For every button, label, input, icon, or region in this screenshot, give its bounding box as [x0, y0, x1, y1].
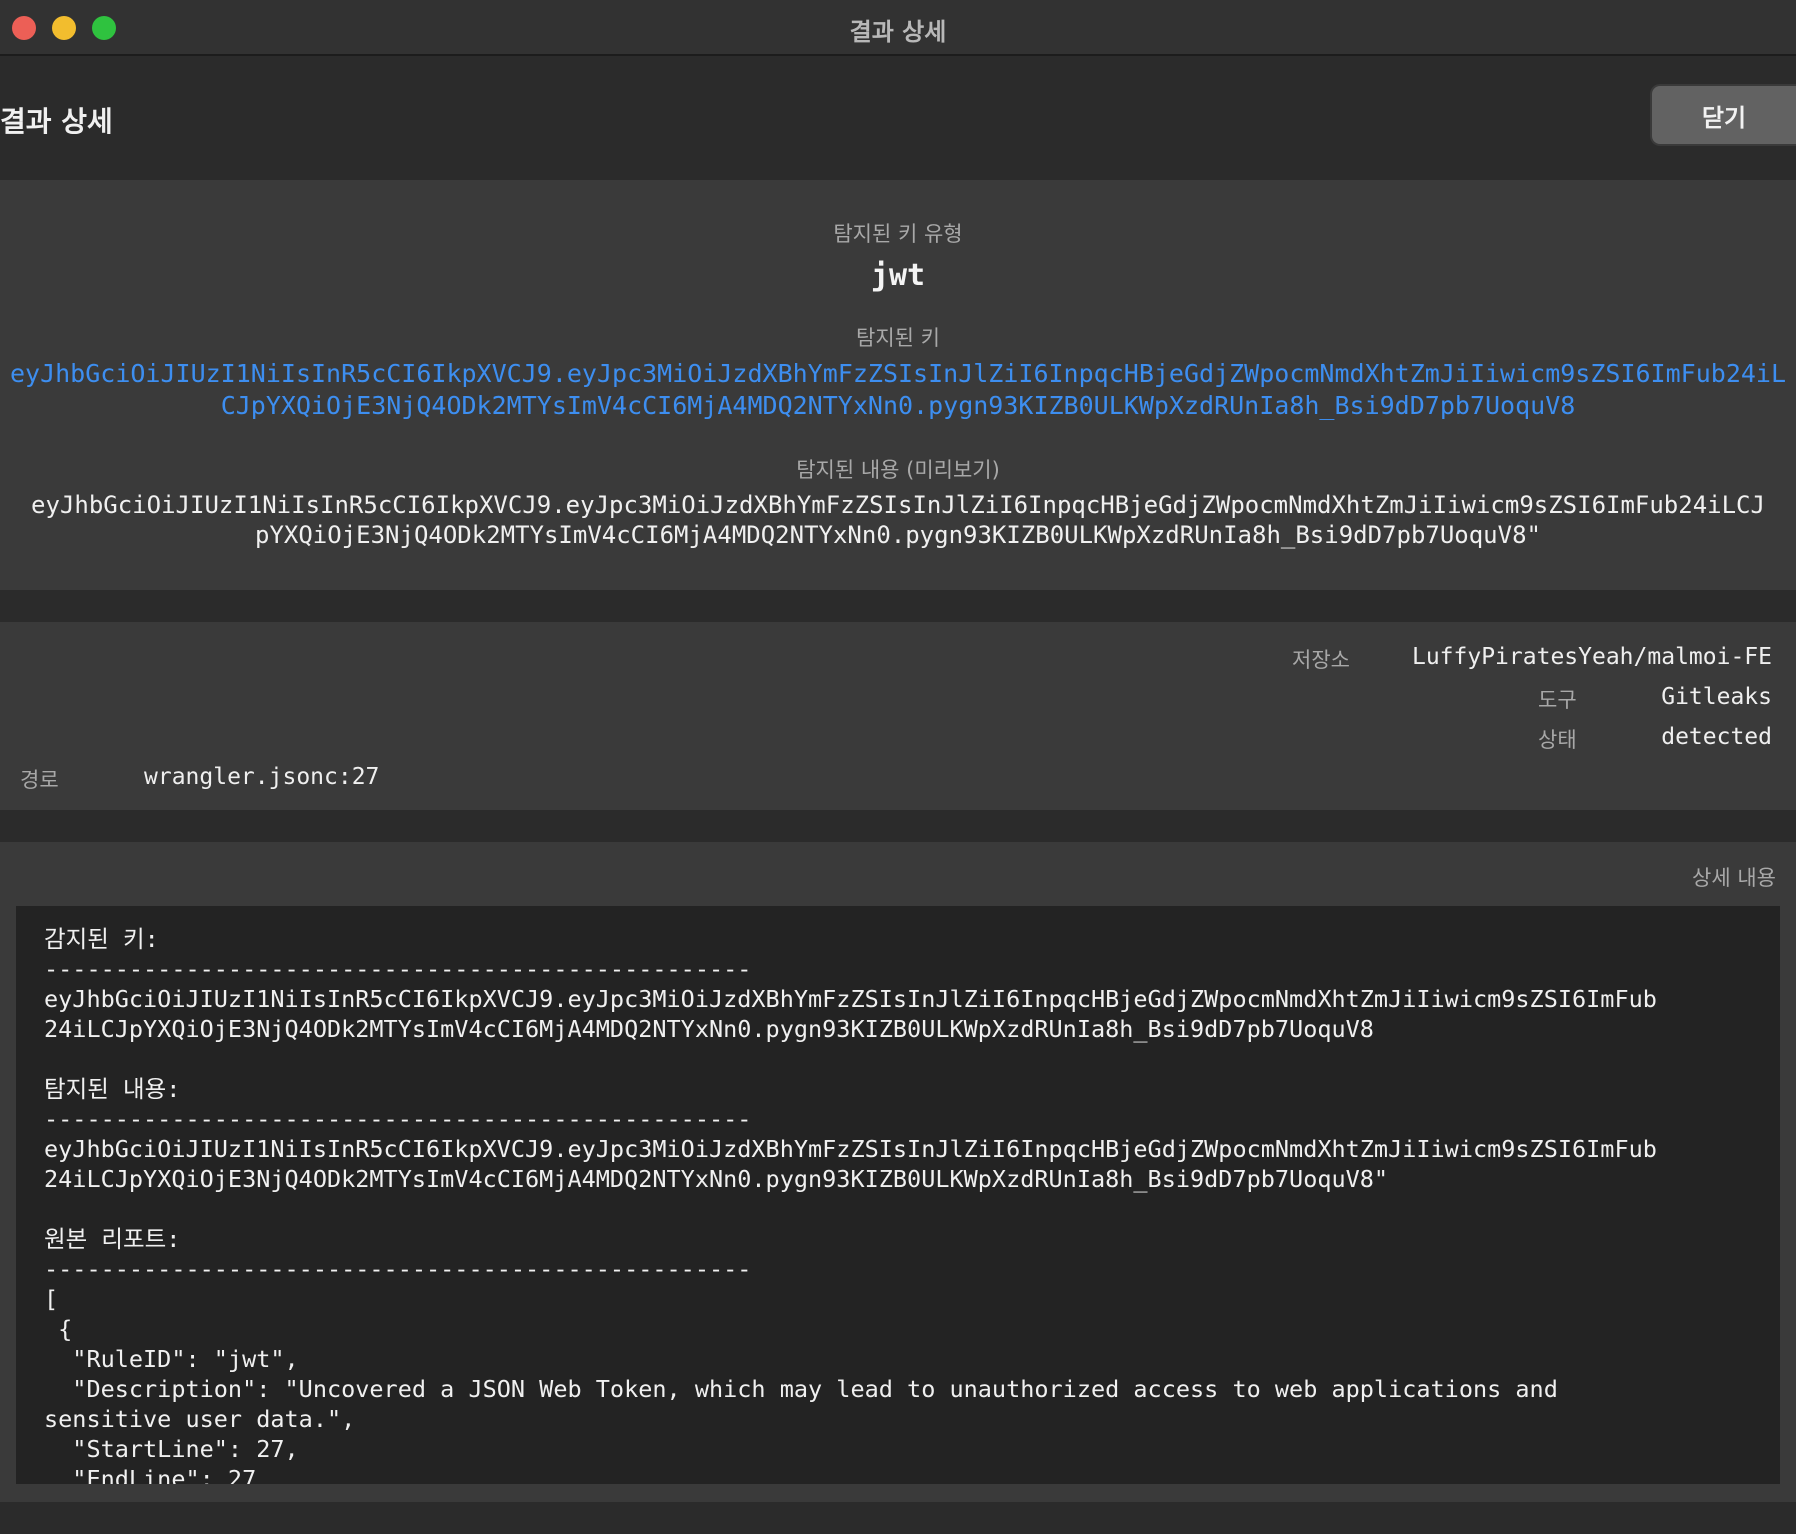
key-type-value: jwt: [870, 258, 926, 293]
tool-value: Gitleaks: [1661, 684, 1772, 710]
window-bottom: [0, 1502, 1796, 1534]
detail-text-area[interactable]: 감지된 키: ---------------------------------…: [16, 906, 1780, 1484]
preview-value: eyJhbGciOiJIUzI1NiIsInR5cCI6IkpXVCJ9.eyJ…: [31, 491, 1765, 549]
status-value: detected: [1661, 724, 1772, 750]
detail-text: 감지된 키: ---------------------------------…: [44, 925, 1657, 1484]
window-title: 결과 상세: [849, 18, 947, 46]
meta-panel: 저장소 LuffyPiratesYeah/malmoi-FE 도구 Gitlea…: [0, 622, 1796, 810]
status-label: 상태: [1538, 728, 1577, 752]
tool-label: 도구: [1538, 688, 1577, 712]
path-label: 경로: [20, 768, 59, 792]
path-value: wrangler.jsonc:27: [144, 764, 380, 790]
title-bar: 결과 상세: [0, 0, 1796, 56]
preview-label: 탐지된 내용 (미리보기): [796, 458, 1000, 482]
key-type-label: 탐지된 키 유형: [833, 222, 963, 246]
detail-panel: 상세 내용 감지된 키: ---------------------------…: [0, 842, 1796, 1502]
page-title: 결과 상세: [0, 105, 113, 138]
close-button[interactable]: 닫기: [1652, 86, 1796, 144]
repo-value: LuffyPiratesYeah/malmoi-FE: [1411, 644, 1772, 670]
repo-label: 저장소: [1292, 648, 1350, 672]
detail-heading: 상세 내용: [1692, 866, 1776, 890]
detected-key-value[interactable]: eyJhbGciOiJIUzI1NiIsInR5cCI6IkpXVCJ9.eyJ…: [0, 358, 1796, 422]
key-panel: 탐지된 키 유형 jwt 탐지된 키 eyJhbGciOiJIUzI1NiIsI…: [0, 180, 1796, 590]
key-label: 탐지된 키: [856, 326, 940, 350]
